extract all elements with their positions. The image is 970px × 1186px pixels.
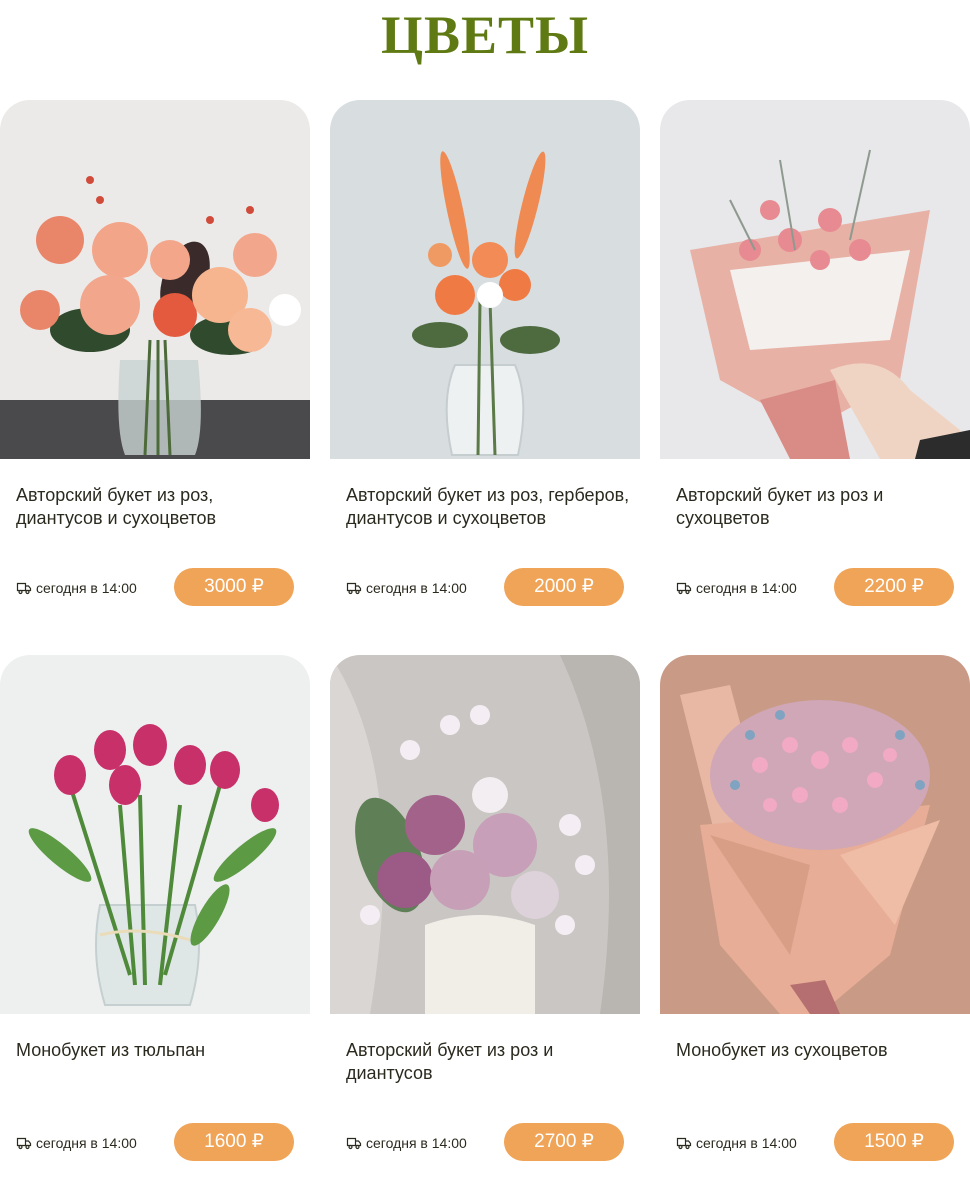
product-image[interactable]	[660, 100, 970, 459]
delivery-truck-icon	[346, 582, 362, 595]
delivery-truck-icon	[676, 1137, 692, 1150]
price-button[interactable]: 2200 ₽	[834, 568, 954, 606]
peach-roses-bouquet-image	[0, 100, 310, 459]
delivery-info: сегодня в 14:00	[676, 1133, 797, 1153]
delivery-truck-icon	[676, 582, 692, 595]
lilac-roses-orchids-image	[330, 655, 640, 1014]
gypsophila-bouquet-image	[660, 655, 970, 1014]
price-button[interactable]: 3000 ₽	[174, 568, 294, 606]
price-button[interactable]: 2000 ₽	[504, 568, 624, 606]
delivery-truck-icon	[16, 1137, 32, 1150]
delivery-truck-icon	[346, 1137, 362, 1150]
product-name[interactable]: Монобукет из сухоцветов	[676, 1039, 961, 1062]
product-card[interactable]: Авторский букет из роз и диантусов сегод…	[330, 655, 640, 1175]
delivery-info: сегодня в 14:00	[676, 578, 797, 598]
product-card[interactable]: Авторский букет из роз, диантусов и сухо…	[0, 100, 310, 620]
delivery-info: сегодня в 14:00	[346, 578, 467, 598]
product-image[interactable]	[330, 100, 640, 459]
pink-tulips-image	[0, 655, 310, 1014]
product-card[interactable]: Авторский букет из роз, герберов, дианту…	[330, 100, 640, 620]
product-image[interactable]	[0, 100, 310, 459]
product-card[interactable]: Монобукет из сухоцветов сегодня в 14:00 …	[660, 655, 970, 1175]
product-name[interactable]: Авторский букет из роз и диантусов	[346, 1039, 631, 1085]
delivery-info: сегодня в 14:00	[346, 1133, 467, 1153]
delivery-info: сегодня в 14:00	[16, 1133, 137, 1153]
pink-wrapped-bouquet-image	[660, 100, 970, 459]
product-name[interactable]: Монобукет из тюльпан	[16, 1039, 301, 1062]
delivery-truck-icon	[16, 582, 32, 595]
delivery-time: сегодня в 14:00	[36, 1135, 137, 1151]
price-button[interactable]: 2700 ₽	[504, 1123, 624, 1161]
product-name[interactable]: Авторский букет из роз, диантусов и сухо…	[16, 484, 301, 530]
delivery-info: сегодня в 14:00	[16, 578, 137, 598]
delivery-time: сегодня в 14:00	[36, 580, 137, 596]
price-button[interactable]: 1600 ₽	[174, 1123, 294, 1161]
price-button[interactable]: 1500 ₽	[834, 1123, 954, 1161]
delivery-time: сегодня в 14:00	[696, 580, 797, 596]
delivery-time: сегодня в 14:00	[696, 1135, 797, 1151]
product-image[interactable]	[330, 655, 640, 1014]
product-name[interactable]: Авторский букет из роз, герберов, дианту…	[346, 484, 631, 530]
delivery-time: сегодня в 14:00	[366, 1135, 467, 1151]
product-name[interactable]: Авторский букет из роз и сухоцветов	[676, 484, 961, 530]
product-card[interactable]: Монобукет из тюльпан сегодня в 14:00 160…	[0, 655, 310, 1175]
product-image[interactable]	[660, 655, 970, 1014]
gladiolus-roses-bouquet-image	[330, 100, 640, 459]
product-image[interactable]	[0, 655, 310, 1014]
product-card[interactable]: Авторский букет из роз и сухоцветов сего…	[660, 100, 970, 620]
page-title: ЦВЕТЫ	[380, 5, 590, 65]
delivery-time: сегодня в 14:00	[366, 580, 467, 596]
